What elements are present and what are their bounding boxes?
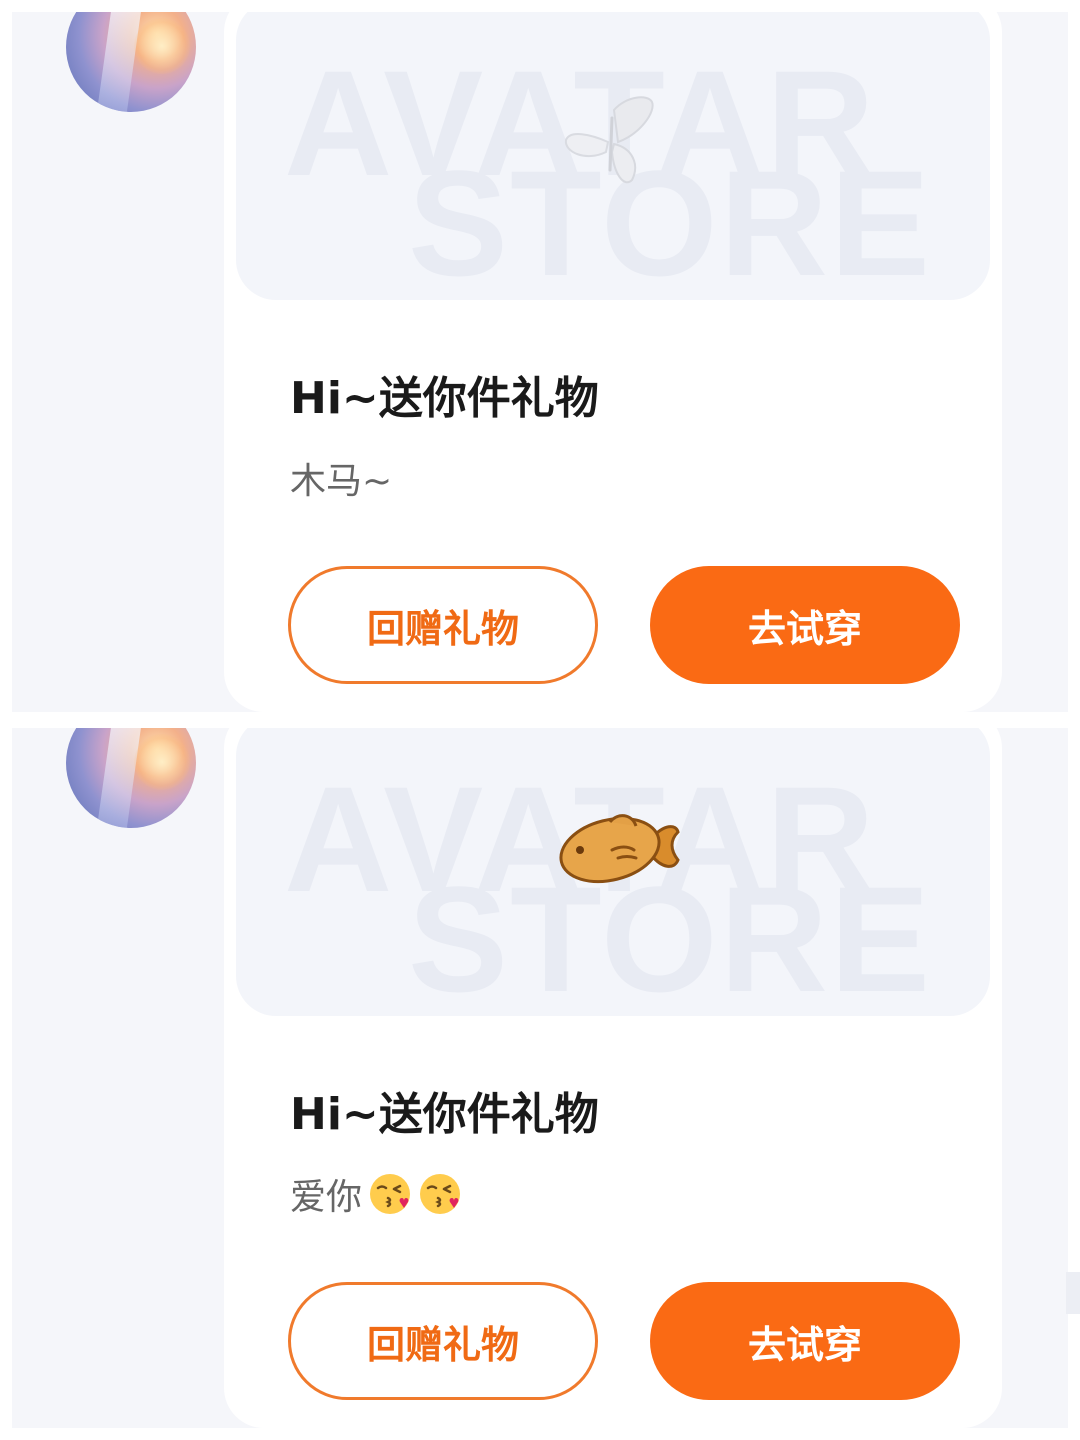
gift-message-text: 木马~	[290, 461, 393, 502]
chat-page: AVATAR STORE Hi~送你件礼物 木马~ 回赠礼物 去试穿 STORE…	[0, 0, 1080, 1440]
return-gift-button[interactable]: 回赠礼物	[288, 1282, 598, 1400]
gift-message: 木马~	[290, 452, 392, 504]
gift-message-row: AVATAR STORE Hi~送你件礼物 爱你	[12, 728, 1068, 1428]
gift-title: Hi~送你件礼物	[290, 373, 599, 424]
try-on-button[interactable]: 去试穿	[650, 566, 960, 684]
scroll-indicator[interactable]	[1066, 1272, 1080, 1314]
gift-card: AVATAR STORE Hi~送你件礼物 木马~ 回赠礼物 去试穿	[224, 12, 1002, 712]
gift-message-row: AVATAR STORE Hi~送你件礼物 木马~ 回赠礼物 去试穿	[12, 12, 1068, 712]
gift-title: Hi~送你件礼物	[290, 1089, 599, 1140]
fish-icon	[559, 814, 680, 884]
gift-message: 爱你	[290, 1168, 462, 1220]
gift-card: AVATAR STORE Hi~送你件礼物 爱你	[224, 728, 1002, 1428]
return-gift-button[interactable]: 回赠礼物	[288, 566, 598, 684]
kissing-face-emoji-icon	[420, 1174, 461, 1214]
gift-item-preview[interactable]: AVATAR STORE	[236, 12, 990, 300]
butterfly-icon	[564, 96, 654, 184]
sender-avatar[interactable]	[66, 728, 196, 828]
gift-message-text: 爱你	[290, 1177, 363, 1218]
watermark-text: STORE	[408, 139, 933, 300]
sender-avatar[interactable]	[66, 12, 196, 112]
try-on-button[interactable]: 去试穿	[650, 1282, 960, 1400]
kissing-face-emoji-icon	[370, 1174, 411, 1214]
gift-item-preview[interactable]: AVATAR STORE	[236, 728, 990, 1016]
